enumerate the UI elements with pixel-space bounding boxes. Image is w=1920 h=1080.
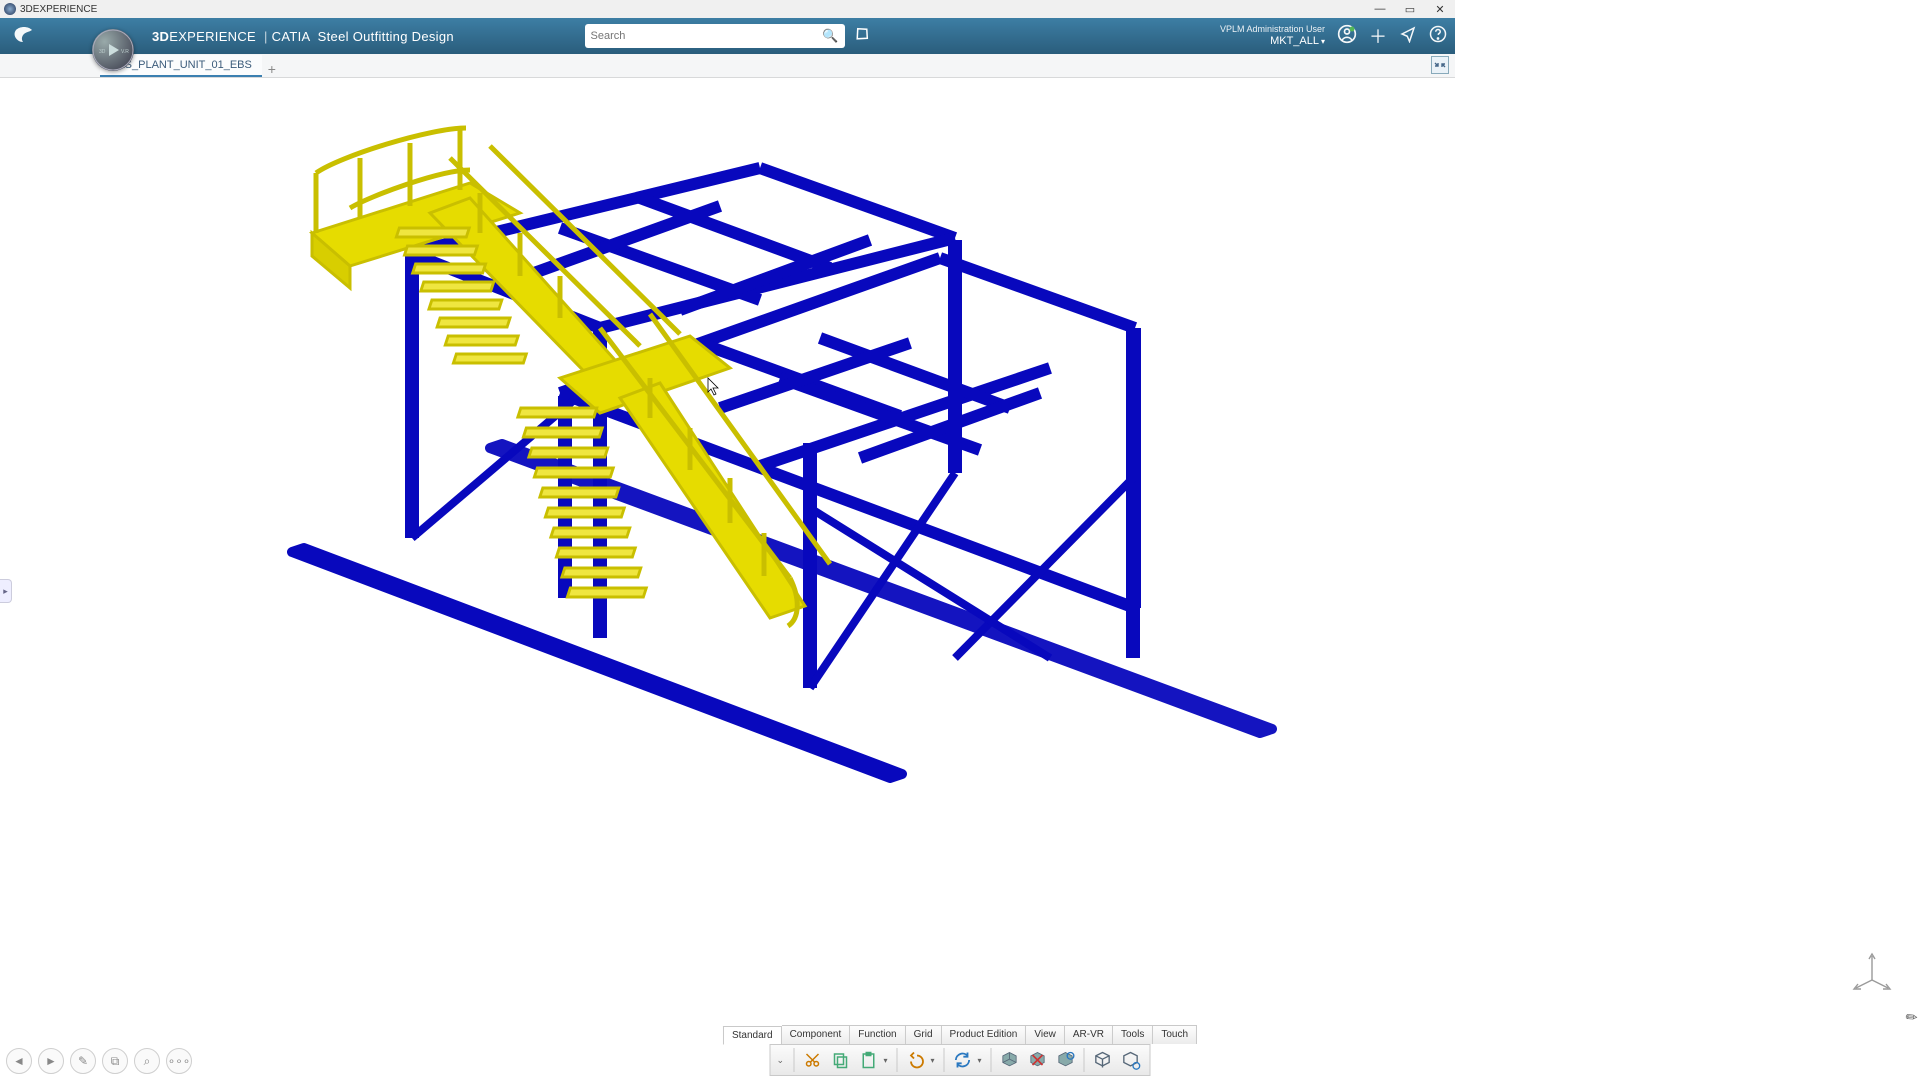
update-dropdown[interactable]: ▾ bbox=[978, 1056, 986, 1065]
ribbon-toolbar: ⌄ ▾ ▾ ▾ bbox=[770, 1044, 1151, 1076]
nav-copyview-button[interactable]: ⧉ bbox=[102, 1048, 128, 1074]
window-close-button[interactable]: ✕ bbox=[1425, 0, 1455, 18]
add-tab-button[interactable]: + bbox=[262, 61, 282, 77]
nav-zoom-button[interactable]: ⌕ bbox=[134, 1048, 160, 1074]
brand-product: CATIA bbox=[272, 29, 310, 44]
brand-label: 3DEXPERIENCE | CATIA Steel Outfitting Des… bbox=[152, 29, 454, 44]
paste-dropdown[interactable]: ▾ bbox=[884, 1056, 892, 1065]
svg-text:3D: 3D bbox=[99, 49, 106, 55]
ribbon-tab-standard[interactable]: Standard bbox=[723, 1026, 782, 1045]
annotation-pen-icon[interactable]: ✎ bbox=[1902, 1007, 1920, 1028]
nav-edit-button[interactable]: ✎ bbox=[70, 1048, 96, 1074]
remove-assembly-button[interactable] bbox=[1025, 1047, 1051, 1073]
search-icon[interactable]: 🔍 bbox=[822, 28, 838, 44]
share-icon[interactable] bbox=[1399, 25, 1417, 48]
user-area: VPLM Administration User MKT_ALL ▾ ＋ bbox=[1220, 23, 1447, 49]
tag-icon[interactable] bbox=[853, 25, 871, 48]
viewport-3d[interactable]: ▸ bbox=[0, 78, 1920, 1080]
update-button[interactable] bbox=[950, 1047, 976, 1073]
search-input[interactable] bbox=[591, 30, 823, 42]
brand-separator: | bbox=[264, 29, 268, 44]
ribbon-tab-touch[interactable]: Touch bbox=[1153, 1025, 1197, 1044]
add-icon[interactable]: ＋ bbox=[1369, 23, 1387, 49]
svg-text:V.R: V.R bbox=[121, 49, 129, 55]
ribbon-tab-ar-vr[interactable]: AR-VR bbox=[1065, 1025, 1113, 1044]
link-box-button[interactable] bbox=[1118, 1047, 1144, 1073]
chevron-down-icon[interactable]: ▾ bbox=[1321, 37, 1325, 47]
ribbon-expand-handle[interactable]: ⌄ bbox=[777, 1055, 789, 1066]
help-icon[interactable] bbox=[1429, 25, 1447, 48]
copy-button[interactable] bbox=[828, 1047, 854, 1073]
ribbon-tab-grid[interactable]: Grid bbox=[906, 1025, 942, 1044]
app-icon bbox=[4, 3, 16, 15]
user-name-label: VPLM Administration User bbox=[1220, 24, 1325, 35]
ribbon-tab-tools[interactable]: Tools bbox=[1113, 1025, 1153, 1044]
cut-button[interactable] bbox=[800, 1047, 826, 1073]
undo-dropdown[interactable]: ▾ bbox=[931, 1056, 939, 1065]
ribbon-tab-component[interactable]: Component bbox=[782, 1025, 851, 1044]
ribbon-tab-view[interactable]: View bbox=[1026, 1025, 1065, 1044]
user-context-label[interactable]: MKT_ALL bbox=[1270, 35, 1319, 48]
model-render bbox=[0, 78, 1455, 798]
assembly-button[interactable] bbox=[997, 1047, 1023, 1073]
window-maximize-button[interactable]: ▭ bbox=[1395, 0, 1425, 18]
app-header: 3DV.R 3DEXPERIENCE |CATIA Steel Outfitti… bbox=[0, 18, 1455, 54]
document-tab-bar: EAS_PLANT_UNIT_01_EBS + bbox=[0, 54, 1455, 78]
compass-button[interactable]: 3D V.R bbox=[92, 29, 134, 71]
nav-back-button[interactable]: ◄ bbox=[6, 1048, 32, 1074]
search-box[interactable]: 🔍 bbox=[585, 24, 845, 48]
brand-bold: 3D bbox=[152, 29, 169, 44]
window-title: 3DEXPERIENCE bbox=[20, 4, 97, 15]
collapse-panels-button[interactable] bbox=[1431, 56, 1449, 74]
ribbon-tabs: Standard Component Function Grid Product… bbox=[723, 1025, 1197, 1044]
window-minimize-button[interactable]: — bbox=[1365, 0, 1395, 18]
nav-forward-button[interactable]: ► bbox=[38, 1048, 64, 1074]
ds-logo-icon[interactable] bbox=[10, 22, 38, 50]
isometric-view-button[interactable] bbox=[1053, 1047, 1079, 1073]
nav-more-button[interactable]: ∘∘∘ bbox=[166, 1048, 192, 1074]
os-titlebar: 3DEXPERIENCE — ▭ ✕ bbox=[0, 0, 1455, 18]
brand-rest: EXPERIENCE bbox=[169, 29, 256, 44]
brand-app: Steel Outfitting Design bbox=[318, 29, 454, 44]
history-nav: ◄ ► ✎ ⧉ ⌕ ∘∘∘ bbox=[6, 1048, 192, 1074]
ribbon-tab-function[interactable]: Function bbox=[850, 1025, 905, 1044]
paste-button[interactable] bbox=[856, 1047, 882, 1073]
undo-button[interactable] bbox=[903, 1047, 929, 1073]
ribbon-tab-product-edition[interactable]: Product Edition bbox=[942, 1025, 1027, 1044]
axis-triad[interactable] bbox=[1850, 950, 1894, 990]
profile-icon[interactable] bbox=[1337, 24, 1357, 49]
box-button[interactable] bbox=[1090, 1047, 1116, 1073]
